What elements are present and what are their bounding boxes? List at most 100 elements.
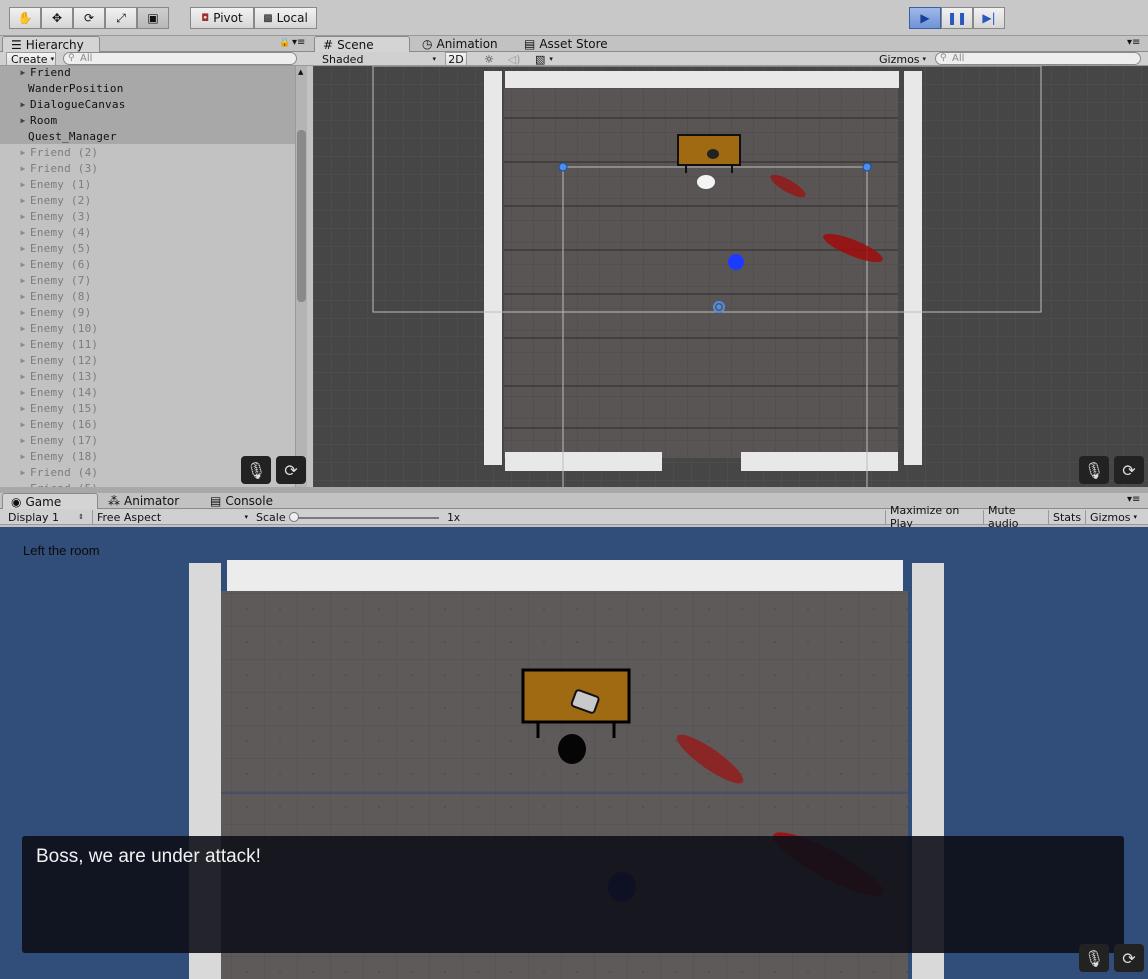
expand-arrow-icon[interactable]: ▶ bbox=[16, 148, 30, 157]
hierarchy-item[interactable]: ▶ Room bbox=[0, 112, 295, 128]
hierarchy-item[interactable]: ▶ Enemy (2) bbox=[0, 192, 295, 208]
pause-button[interactable]: ❚❚ bbox=[941, 7, 973, 29]
aspect-dropdown[interactable]: Free Aspect ▾ bbox=[92, 510, 250, 524]
rect-handle[interactable] bbox=[862, 162, 872, 172]
refresh-button[interactable]: ⟳ bbox=[276, 456, 306, 484]
scene-mic-button[interactable]: 🎙 bbox=[1079, 456, 1109, 484]
audio-toggle[interactable]: ◁) bbox=[504, 52, 524, 66]
scroll-thumb[interactable] bbox=[297, 130, 306, 302]
hierarchy-scrollbar[interactable]: ▲ ▼ bbox=[295, 66, 307, 487]
tab-hierarchy[interactable]: ☰ Hierarchy bbox=[2, 36, 100, 52]
move-tool-button[interactable]: ✥ bbox=[41, 7, 73, 29]
hierarchy-search-input[interactable]: ⚲ All bbox=[63, 52, 297, 65]
rect-tool-button[interactable]: ▣ bbox=[137, 7, 169, 29]
expand-arrow-icon[interactable]: ▶ bbox=[16, 228, 30, 237]
expand-arrow-icon[interactable]: ▶ bbox=[16, 324, 30, 333]
tab-animation[interactable]: ◷ Animation bbox=[414, 36, 506, 52]
expand-arrow-icon[interactable]: ▶ bbox=[16, 276, 30, 285]
hierarchy-item[interactable]: ▶ Friend (3) bbox=[0, 160, 295, 176]
display-dropdown[interactable]: Display 1 ⇕ bbox=[4, 510, 86, 524]
expand-arrow-icon[interactable]: ▶ bbox=[16, 372, 30, 381]
hierarchy-item[interactable]: ▶ Enemy (16) bbox=[0, 416, 295, 432]
scale-slider-track[interactable] bbox=[291, 517, 439, 519]
tab-console[interactable]: ▤ Console bbox=[202, 493, 281, 509]
expand-arrow-icon[interactable]: ▶ bbox=[16, 244, 30, 253]
expand-arrow-icon[interactable]: ▶ bbox=[16, 68, 30, 77]
hierarchy-item[interactable]: ▶ Enemy (5) bbox=[0, 240, 295, 256]
game-refresh-button[interactable]: ⟳ bbox=[1114, 944, 1144, 972]
hierarchy-item[interactable]: ▶ Enemy (7) bbox=[0, 272, 295, 288]
lighting-toggle[interactable]: ☼ bbox=[479, 52, 499, 66]
scene-refresh-button[interactable]: ⟳ bbox=[1114, 456, 1144, 484]
scene-gizmos-dropdown[interactable]: Gizmos ▾ bbox=[875, 52, 929, 66]
hierarchy-item[interactable]: ▶ Enemy (4) bbox=[0, 224, 295, 240]
step-button[interactable]: ▶| bbox=[973, 7, 1005, 29]
play-button[interactable]: ▶ bbox=[909, 7, 941, 29]
hand-tool-button[interactable]: ✋ bbox=[9, 7, 41, 29]
expand-arrow-icon[interactable]: ▶ bbox=[16, 260, 30, 269]
tab-game[interactable]: ◉ Game bbox=[2, 493, 98, 509]
local-toggle[interactable]: ▩ Local bbox=[254, 7, 317, 29]
tab-asset-store[interactable]: ▤ Asset Store bbox=[516, 36, 616, 52]
expand-arrow-icon[interactable]: ▶ bbox=[16, 468, 30, 477]
scene-canvas[interactable] bbox=[313, 66, 1148, 487]
hierarchy-item[interactable]: ▶ DialogueCanvas bbox=[0, 96, 295, 112]
toggle-2d-button[interactable]: 2D bbox=[445, 52, 467, 66]
hierarchy-item[interactable]: ▶ Enemy (14) bbox=[0, 384, 295, 400]
hierarchy-item[interactable]: ▶ Friend bbox=[0, 66, 295, 80]
game-mic-button[interactable]: 🎙 bbox=[1079, 944, 1109, 972]
lock-icon[interactable]: 🔒 bbox=[279, 38, 290, 48]
rotate-tool-button[interactable]: ⟳ bbox=[73, 7, 105, 29]
hierarchy-item[interactable]: ▶ Enemy (8) bbox=[0, 288, 295, 304]
expand-arrow-icon[interactable]: ▶ bbox=[16, 292, 30, 301]
hierarchy-item[interactable]: ▶ Friend (2) bbox=[0, 144, 295, 160]
expand-arrow-icon[interactable]: ▶ bbox=[16, 420, 30, 429]
expand-arrow-icon[interactable]: ▶ bbox=[16, 308, 30, 317]
scale-tool-button[interactable]: ⤢ bbox=[105, 7, 137, 29]
hierarchy-item[interactable]: ▶ Enemy (10) bbox=[0, 320, 295, 336]
expand-arrow-icon[interactable]: ▶ bbox=[16, 164, 30, 173]
tab-scene[interactable]: # Scene bbox=[314, 36, 410, 52]
hierarchy-item[interactable]: ▶ Enemy (9) bbox=[0, 304, 295, 320]
stats-toggle[interactable]: Stats bbox=[1048, 510, 1084, 524]
maximize-toggle[interactable]: Maximize on Play bbox=[885, 504, 981, 530]
hierarchy-item[interactable]: ▶ Enemy (17) bbox=[0, 432, 295, 448]
scale-slider-thumb[interactable] bbox=[289, 512, 299, 522]
game-view[interactable]: Left the room Boss, we are under attack!… bbox=[0, 527, 1148, 979]
expand-arrow-icon[interactable]: ▶ bbox=[16, 388, 30, 397]
hierarchy-item[interactable]: ▶ Enemy (11) bbox=[0, 336, 295, 352]
expand-arrow-icon[interactable]: ▶ bbox=[16, 452, 30, 461]
mic-button[interactable]: 🎙 bbox=[241, 456, 271, 484]
hierarchy-item[interactable]: ▶ Enemy (1) bbox=[0, 176, 295, 192]
hierarchy-item[interactable]: ▶ Enemy (13) bbox=[0, 368, 295, 384]
hierarchy-item[interactable]: ▶ Enemy (6) bbox=[0, 256, 295, 272]
hierarchy-item[interactable]: Quest_Manager bbox=[0, 128, 295, 144]
pivot-toggle[interactable]: ◘ Pivot bbox=[190, 7, 254, 29]
shading-dropdown[interactable]: Shaded ▾ bbox=[318, 52, 438, 66]
game-gizmos-dropdown[interactable]: Gizmos ▾ bbox=[1085, 510, 1141, 524]
scene-search-input[interactable]: ⚲ All bbox=[935, 52, 1141, 65]
scene-view[interactable] bbox=[313, 66, 1148, 487]
mute-toggle[interactable]: Mute audio bbox=[983, 504, 1047, 530]
effects-dropdown[interactable]: ▧ ▾ bbox=[531, 52, 563, 66]
expand-arrow-icon[interactable]: ▶ bbox=[16, 196, 30, 205]
expand-arrow-icon[interactable]: ▶ bbox=[16, 100, 30, 109]
expand-arrow-icon[interactable]: ▶ bbox=[16, 340, 30, 349]
scene-menu-icon[interactable]: ▾≡ bbox=[1127, 37, 1140, 48]
create-dropdown[interactable]: Create ▾ bbox=[6, 52, 56, 66]
hierarchy-item[interactable]: WanderPosition bbox=[0, 80, 295, 96]
hierarchy-item[interactable]: ▶ Enemy (15) bbox=[0, 400, 295, 416]
expand-arrow-icon[interactable]: ▶ bbox=[16, 212, 30, 221]
scroll-up-icon[interactable]: ▲ bbox=[298, 68, 303, 76]
panel-menu-icon[interactable]: ▾≡ bbox=[292, 37, 305, 48]
game-menu-icon[interactable]: ▾≡ bbox=[1127, 494, 1140, 505]
expand-arrow-icon[interactable]: ▶ bbox=[16, 116, 30, 125]
hierarchy-item[interactable]: ▶ Enemy (3) bbox=[0, 208, 295, 224]
expand-arrow-icon[interactable]: ▶ bbox=[16, 180, 30, 189]
hierarchy-item[interactable]: ▶ Enemy (12) bbox=[0, 352, 295, 368]
tab-animator[interactable]: ⁂ Animator bbox=[100, 493, 187, 509]
expand-arrow-icon[interactable]: ▶ bbox=[16, 436, 30, 445]
expand-arrow-icon[interactable]: ▶ bbox=[16, 356, 30, 365]
expand-arrow-icon[interactable]: ▶ bbox=[16, 404, 30, 413]
rect-handle[interactable] bbox=[558, 162, 568, 172]
